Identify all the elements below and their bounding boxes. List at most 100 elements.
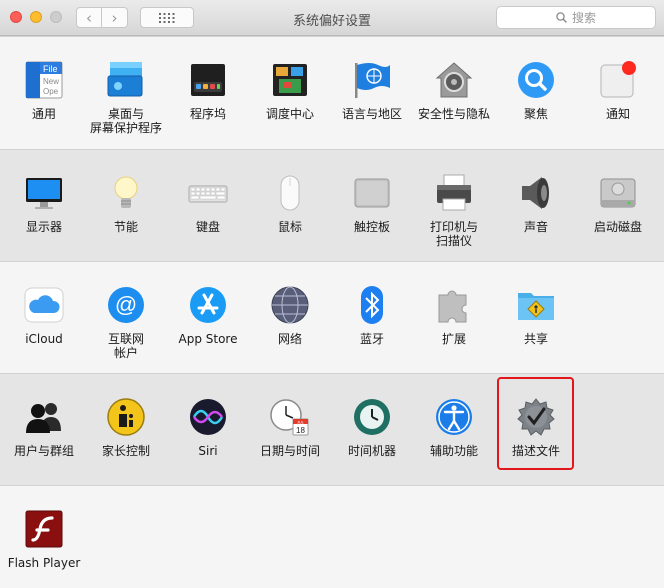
pane-trackpad[interactable]: 触控板 bbox=[331, 172, 413, 234]
pane-label-line: 程序坞 bbox=[189, 107, 226, 121]
calendar-month-text: JUL bbox=[297, 420, 305, 425]
pane-mouse[interactable]: 鼠标 bbox=[249, 172, 331, 234]
users-icon bbox=[23, 396, 65, 438]
pane-internet-accounts[interactable]: @ 互联网 帐户 bbox=[85, 284, 167, 360]
pane-label: 键盘 bbox=[196, 220, 220, 234]
pane-label: 蓝牙 bbox=[360, 332, 384, 346]
hard-disk-icon bbox=[597, 172, 639, 214]
pane-label-line: 辅助功能 bbox=[429, 444, 478, 458]
pane-label-line: iCloud bbox=[25, 332, 63, 346]
pane-dock[interactable]: 程序坞 bbox=[167, 59, 249, 121]
pane-label-line: 通用 bbox=[31, 107, 56, 121]
pane-label: 通用 bbox=[32, 107, 56, 121]
pane-label-line: 扫描仪 bbox=[435, 234, 472, 248]
pane-spotlight[interactable]: 聚焦 bbox=[495, 59, 577, 121]
pane-siri[interactable]: Siri bbox=[167, 396, 249, 458]
row-personal: File New Ope 通用 桌面与 屏幕保护程序 程序坞 调度中心 语言与地… bbox=[0, 36, 664, 149]
flag-globe-icon bbox=[351, 59, 393, 101]
search-field[interactable]: 搜索 bbox=[496, 6, 656, 29]
pane-users-groups[interactable]: 用户与群组 bbox=[3, 396, 85, 458]
bluetooth-icon bbox=[351, 284, 393, 326]
pane-label: 聚焦 bbox=[524, 107, 548, 121]
flash-player-icon bbox=[23, 508, 65, 550]
desktop-screensaver-icon bbox=[105, 59, 147, 101]
pane-label: 触控板 bbox=[354, 220, 390, 234]
pane-label: 时间机器 bbox=[348, 444, 396, 458]
pane-app-store[interactable]: App Store bbox=[167, 284, 249, 346]
pane-label: 互联网 帐户 bbox=[108, 332, 144, 360]
pane-sound[interactable]: 声音 bbox=[495, 172, 577, 234]
pane-desktop-screensaver[interactable]: 桌面与 屏幕保护程序 bbox=[85, 59, 167, 135]
pane-label-line: 蓝牙 bbox=[359, 332, 384, 346]
dock-icon bbox=[187, 59, 229, 101]
siri-icon bbox=[187, 396, 229, 438]
pane-label: 网络 bbox=[278, 332, 302, 346]
pane-label: 安全性与隐私 bbox=[418, 107, 490, 121]
icloud-icon bbox=[23, 284, 65, 326]
pane-energy-saver[interactable]: 节能 bbox=[85, 172, 167, 234]
pane-mission-control[interactable]: 调度中心 bbox=[249, 59, 331, 121]
pane-label: iCloud bbox=[25, 332, 63, 346]
pane-label: 节能 bbox=[114, 220, 138, 234]
pane-label-line: 互联网 bbox=[107, 332, 144, 346]
pane-language-region[interactable]: 语言与地区 bbox=[331, 59, 413, 121]
pane-keyboard[interactable]: 键盘 bbox=[167, 172, 249, 234]
mouse-icon bbox=[269, 172, 311, 214]
pane-accessibility[interactable]: 辅助功能 bbox=[413, 396, 495, 458]
pane-date-time[interactable]: JUL 18 日期与时间 bbox=[249, 396, 331, 458]
speaker-icon bbox=[515, 172, 557, 214]
pane-label-line: 帐户 bbox=[113, 346, 138, 360]
pane-label-line: 日期与时间 bbox=[259, 444, 320, 458]
row-other: Flash Player bbox=[0, 485, 664, 588]
pane-label: 通知 bbox=[606, 107, 630, 121]
pane-label: 扩展 bbox=[442, 332, 466, 346]
printer-icon bbox=[433, 172, 475, 214]
pane-label-line: 屏幕保护程序 bbox=[89, 121, 162, 135]
pane-sharing[interactable]: 共享 bbox=[495, 284, 577, 346]
pane-icloud[interactable]: iCloud bbox=[3, 284, 85, 346]
network-globe-icon bbox=[269, 284, 311, 326]
general-icon-line-1: New bbox=[43, 77, 59, 86]
pane-label: 日期与时间 bbox=[260, 444, 320, 458]
keyboard-icon bbox=[187, 172, 229, 214]
pane-label-line: 通知 bbox=[605, 107, 630, 121]
pane-label: 家长控制 bbox=[102, 444, 150, 458]
pane-label-line: 鼠标 bbox=[277, 220, 302, 234]
pane-displays[interactable]: 显示器 bbox=[3, 172, 85, 234]
trackpad-icon bbox=[351, 172, 393, 214]
pane-label-line: 节能 bbox=[113, 220, 138, 234]
pane-parental-controls[interactable]: 家长控制 bbox=[85, 396, 167, 458]
notifications-icon bbox=[597, 59, 639, 101]
pane-label: 共享 bbox=[524, 332, 548, 346]
pane-label: 鼠标 bbox=[278, 220, 302, 234]
pane-security-privacy[interactable]: 安全性与隐私 bbox=[413, 59, 495, 121]
pane-label: 语言与地区 bbox=[342, 107, 402, 121]
pane-flash-player[interactable]: Flash Player bbox=[3, 508, 85, 570]
accessibility-icon bbox=[433, 396, 475, 438]
house-lock-icon bbox=[433, 59, 475, 101]
pane-label: 显示器 bbox=[26, 220, 62, 234]
svg-text:@: @ bbox=[115, 292, 137, 317]
title-bar: ‹ › 系统偏好设置 搜索 bbox=[0, 0, 664, 36]
mission-control-icon bbox=[269, 59, 311, 101]
pane-network[interactable]: 网络 bbox=[249, 284, 331, 346]
pane-label-line: 用户与群组 bbox=[13, 444, 74, 458]
search-placeholder: 搜索 bbox=[571, 11, 596, 25]
pane-label-line: App Store bbox=[178, 332, 238, 346]
pane-label-line: 扩展 bbox=[441, 332, 466, 346]
pane-bluetooth[interactable]: 蓝牙 bbox=[331, 284, 413, 346]
pane-notifications[interactable]: 通知 bbox=[577, 59, 659, 121]
pane-label-line: 安全性与隐私 bbox=[417, 107, 490, 121]
app-store-icon bbox=[187, 284, 229, 326]
pane-extensions[interactable]: 扩展 bbox=[413, 284, 495, 346]
pane-printers-scanners[interactable]: 打印机与 扫描仪 bbox=[413, 172, 495, 248]
pane-label-line: 触控板 bbox=[353, 220, 390, 234]
pane-label-line: Flash Player bbox=[7, 556, 81, 570]
pane-label-line: 打印机与 bbox=[429, 220, 478, 234]
pane-label: 声音 bbox=[524, 220, 548, 234]
pane-startup-disk[interactable]: 启动磁盘 bbox=[577, 172, 659, 234]
pane-general[interactable]: File New Ope 通用 bbox=[3, 59, 85, 121]
pane-label-line: 启动磁盘 bbox=[593, 220, 642, 234]
pane-label: 调度中心 bbox=[266, 107, 314, 121]
pane-time-machine[interactable]: 时间机器 bbox=[331, 396, 413, 458]
